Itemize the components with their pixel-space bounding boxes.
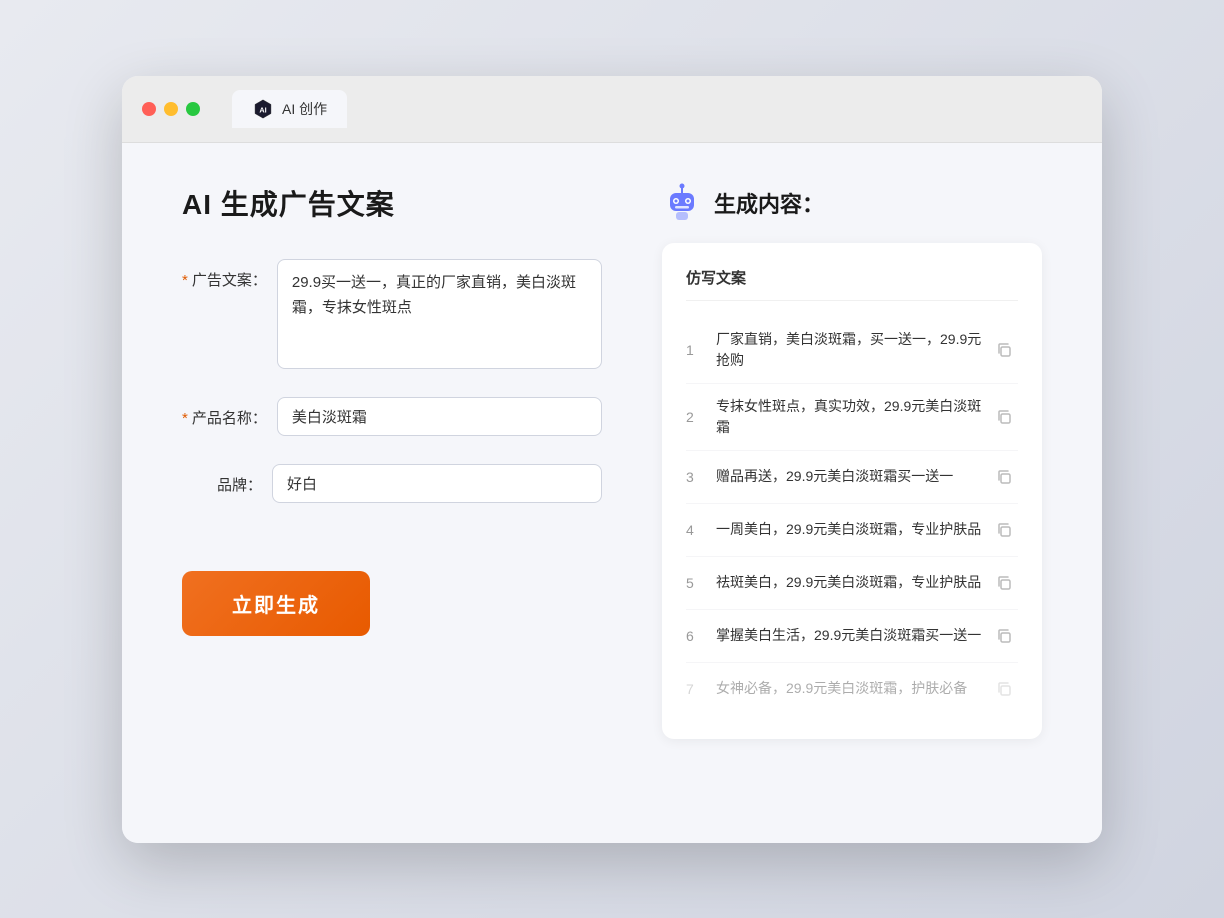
item-text: 赠品再送，29.9元美白淡斑霜买一送一	[716, 466, 990, 487]
result-item: 6掌握美白生活，29.9元美白淡斑霜买一送一	[686, 610, 1018, 663]
item-number: 2	[686, 409, 716, 425]
item-text: 掌握美白生活，29.9元美白淡斑霜买一送一	[716, 625, 990, 646]
item-text: 祛斑美白，29.9元美白淡斑霜，专业护肤品	[716, 572, 990, 593]
result-header: 生成内容：	[662, 183, 1042, 223]
result-table-header: 仿写文案	[686, 267, 1018, 301]
ai-hex-icon: AI	[252, 98, 274, 120]
brand-input[interactable]	[272, 464, 602, 503]
ad-copy-group: 广告文案： 29.9买一送一，真正的厂家直销，美白淡斑霜，专抹女性斑点	[182, 259, 602, 369]
tab-label: AI 创作	[282, 99, 327, 119]
result-card: 仿写文案 1厂家直销，美白淡斑霜，买一送一，29.9元抢购 2专抹女性斑点，真实…	[662, 243, 1042, 739]
robot-icon	[662, 183, 702, 223]
copy-button[interactable]	[990, 516, 1018, 544]
item-text: 专抹女性斑点，真实功效，29.9元美白淡斑霜	[716, 396, 990, 438]
item-text: 女神必备，29.9元美白淡斑霜，护肤必备	[716, 678, 990, 699]
brand-label: 品牌：	[182, 464, 272, 495]
ad-copy-input[interactable]: 29.9买一送一，真正的厂家直销，美白淡斑霜，专抹女性斑点	[277, 259, 602, 369]
item-number: 3	[686, 469, 716, 485]
item-number: 7	[686, 681, 716, 697]
result-item: 5祛斑美白，29.9元美白淡斑霜，专业护肤品	[686, 557, 1018, 610]
browser-window: AI AI 创作 AI 生成广告文案 广告文案： 29.9买一送一，真正的厂家直…	[122, 76, 1102, 843]
result-item: 3赠品再送，29.9元美白淡斑霜买一送一	[686, 451, 1018, 504]
result-list: 1厂家直销，美白淡斑霜，买一送一，29.9元抢购 2专抹女性斑点，真实功效，29…	[686, 317, 1018, 715]
item-number: 6	[686, 628, 716, 644]
browser-titlebar: AI AI 创作	[122, 76, 1102, 143]
item-number: 5	[686, 575, 716, 591]
main-layout: AI 生成广告文案 广告文案： 29.9买一送一，真正的厂家直销，美白淡斑霜，专…	[182, 183, 1042, 739]
product-name-group: 产品名称：	[182, 397, 602, 436]
product-name-input[interactable]	[277, 397, 602, 436]
copy-button[interactable]	[990, 403, 1018, 431]
copy-button[interactable]	[990, 336, 1018, 364]
maximize-button[interactable]	[186, 102, 200, 116]
browser-tab[interactable]: AI AI 创作	[232, 90, 347, 128]
copy-button[interactable]	[990, 463, 1018, 491]
svg-text:AI: AI	[259, 105, 266, 114]
result-title: 生成内容：	[714, 187, 824, 219]
browser-content: AI 生成广告文案 广告文案： 29.9买一送一，真正的厂家直销，美白淡斑霜，专…	[122, 143, 1102, 843]
page-title: AI 生成广告文案	[182, 183, 602, 223]
left-panel: AI 生成广告文案 广告文案： 29.9买一送一，真正的厂家直销，美白淡斑霜，专…	[182, 183, 602, 739]
copy-button[interactable]	[990, 675, 1018, 703]
result-item: 2专抹女性斑点，真实功效，29.9元美白淡斑霜	[686, 384, 1018, 451]
generate-button[interactable]: 立即生成	[182, 571, 370, 636]
close-button[interactable]	[142, 102, 156, 116]
traffic-lights	[142, 102, 200, 116]
ad-copy-label: 广告文案：	[182, 259, 277, 290]
result-item: 4一周美白，29.9元美白淡斑霜，专业护肤品	[686, 504, 1018, 557]
brand-group: 品牌：	[182, 464, 602, 503]
item-number: 1	[686, 342, 716, 358]
product-name-label: 产品名称：	[182, 397, 277, 428]
result-item: 7女神必备，29.9元美白淡斑霜，护肤必备	[686, 663, 1018, 715]
right-panel: 生成内容： 仿写文案 1厂家直销，美白淡斑霜，买一送一，29.9元抢购 2专抹女…	[662, 183, 1042, 739]
copy-button[interactable]	[990, 622, 1018, 650]
copy-button[interactable]	[990, 569, 1018, 597]
item-text: 厂家直销，美白淡斑霜，买一送一，29.9元抢购	[716, 329, 990, 371]
item-number: 4	[686, 522, 716, 538]
result-item: 1厂家直销，美白淡斑霜，买一送一，29.9元抢购	[686, 317, 1018, 384]
minimize-button[interactable]	[164, 102, 178, 116]
item-text: 一周美白，29.9元美白淡斑霜，专业护肤品	[716, 519, 990, 540]
